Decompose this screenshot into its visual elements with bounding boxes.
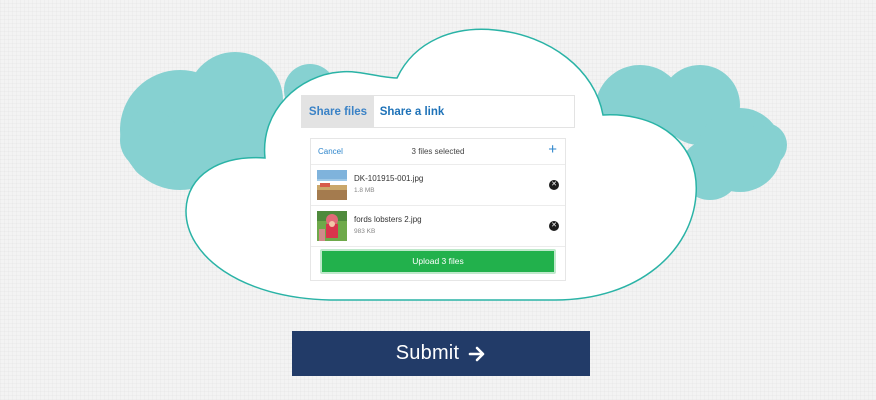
submit-label: Submit bbox=[395, 342, 460, 364]
submit-button[interactable]: Submit bbox=[292, 331, 590, 376]
tab-share-files[interactable]: Share files bbox=[302, 96, 374, 127]
file-thumbnail bbox=[317, 170, 347, 200]
remove-file-icon[interactable]: ✕ bbox=[549, 180, 559, 190]
file-row: fords lobsters 2.jpg 983 KB ✕ bbox=[311, 206, 565, 247]
file-name: DK-101915-001.jpg bbox=[354, 174, 424, 183]
file-size: 1.8 MB bbox=[354, 187, 375, 194]
upload-button[interactable]: Upload 3 files bbox=[320, 249, 556, 274]
panel-header: Cancel 3 files selected + bbox=[311, 139, 565, 165]
file-row: DK-101915-001.jpg 1.8 MB ✕ bbox=[311, 165, 565, 206]
tab-share-a-link[interactable]: Share a link bbox=[374, 96, 450, 127]
share-tabs: Share files Share a link bbox=[301, 95, 575, 128]
plus-icon[interactable]: + bbox=[548, 142, 557, 158]
file-name: fords lobsters 2.jpg bbox=[354, 215, 422, 224]
remove-file-icon[interactable]: ✕ bbox=[549, 221, 559, 231]
arrow-right-icon bbox=[468, 346, 486, 362]
file-upload-panel: Cancel 3 files selected + DK-101915-001.… bbox=[310, 138, 566, 281]
file-size: 983 KB bbox=[354, 228, 376, 235]
selection-count: 3 files selected bbox=[411, 147, 465, 156]
file-thumbnail bbox=[317, 211, 347, 241]
